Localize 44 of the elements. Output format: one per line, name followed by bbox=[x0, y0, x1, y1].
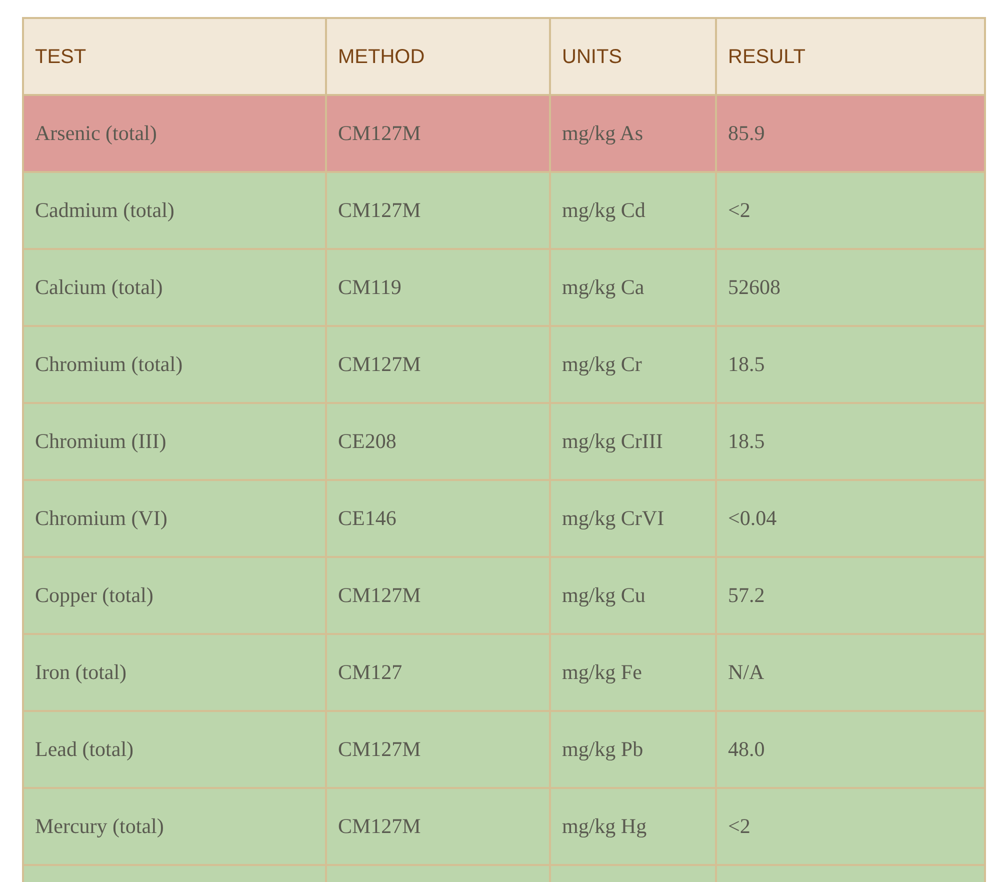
table-cell: CM127 bbox=[338, 660, 402, 684]
table-cell: CE208 bbox=[338, 428, 396, 453]
table-cell: Chromium (total) bbox=[35, 352, 183, 376]
table-cell: Arsenic (total) bbox=[35, 120, 157, 145]
table-cell: Lead (total) bbox=[35, 736, 134, 761]
table-cell: 18.5 bbox=[728, 352, 765, 376]
table-cell: 48.0 bbox=[728, 736, 765, 761]
table-cell: mg/kg Ca bbox=[562, 274, 644, 299]
table-cell: 18.5 bbox=[728, 428, 765, 453]
column-header: METHOD bbox=[326, 18, 550, 95]
table-cell: mg/kg Cr bbox=[562, 352, 642, 376]
column-header: UNITS bbox=[550, 18, 716, 95]
table-cell: Mercury (total) bbox=[35, 814, 164, 838]
table-cell: CM127M bbox=[338, 736, 421, 761]
table-cell: Cadmium (total) bbox=[35, 198, 174, 222]
column-header: RESULT bbox=[716, 18, 985, 95]
table-cell: 57.2 bbox=[728, 582, 765, 607]
table-cell: CM127M bbox=[338, 120, 421, 145]
table-cell: <0.04 bbox=[728, 506, 777, 530]
table-cell: <2 bbox=[728, 198, 750, 222]
table-cell: Iron (total) bbox=[35, 660, 127, 684]
table-cell: mg/kg Cd bbox=[562, 198, 646, 222]
table-cell: CE146 bbox=[338, 506, 396, 530]
table-cell: CM127M bbox=[338, 352, 421, 376]
table-cell: mg/kg CrVI bbox=[562, 506, 664, 530]
table-cell: 85.9 bbox=[728, 120, 765, 145]
table-cell: mg/kg CrIII bbox=[562, 428, 663, 453]
table-cell: Chromium (VI) bbox=[35, 506, 168, 530]
table-cell: mg/kg Cu bbox=[562, 582, 646, 607]
table-cell: <2 bbox=[728, 814, 750, 838]
table-cell: CM127M bbox=[338, 582, 421, 607]
table-cell: mg/kg As bbox=[562, 120, 644, 145]
table-cell: N/A bbox=[728, 660, 764, 684]
table-cell: Chromium (III) bbox=[35, 428, 166, 453]
table-cell: mg/kg Hg bbox=[562, 814, 647, 838]
table-cell: mg/kg Pb bbox=[562, 736, 644, 761]
table-cell: CM127M bbox=[338, 814, 421, 838]
table-cell: Copper (total) bbox=[35, 582, 154, 607]
table-cell: CM119 bbox=[338, 274, 402, 299]
table-cell: Calcium (total) bbox=[35, 274, 163, 299]
column-header: TEST bbox=[23, 18, 326, 95]
table-cell: 52608 bbox=[728, 274, 780, 299]
table-cell: CM127M bbox=[338, 198, 421, 222]
table-cell: mg/kg Fe bbox=[562, 660, 642, 684]
